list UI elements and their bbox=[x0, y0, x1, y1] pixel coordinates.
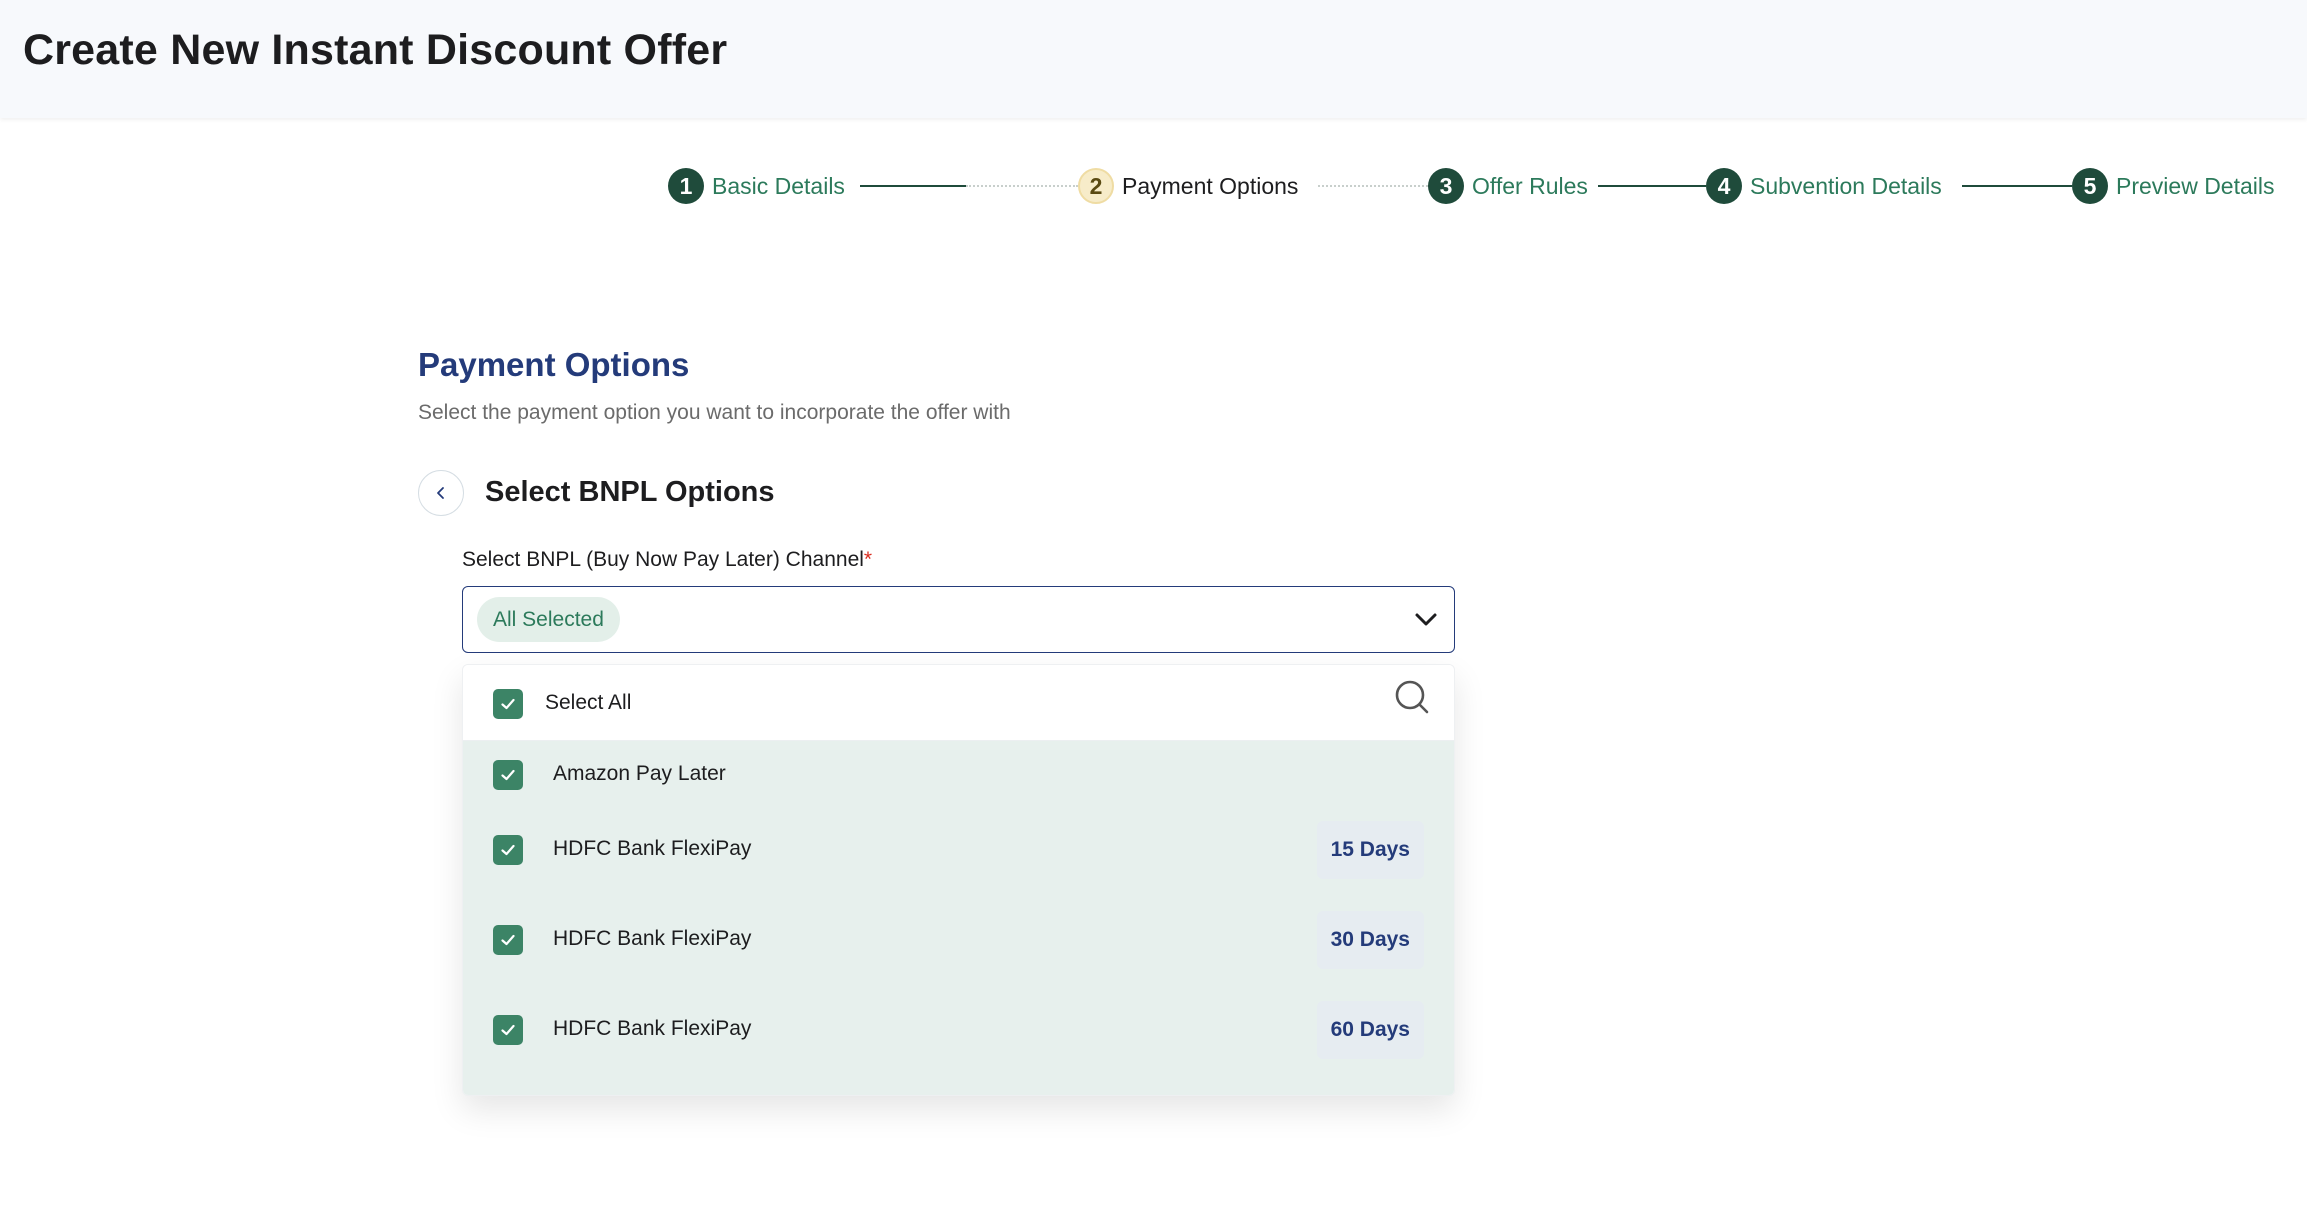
channel-label-text: Select BNPL (Buy Now Pay Later) Channel bbox=[462, 548, 864, 571]
step-number: 2 bbox=[1078, 168, 1114, 204]
step-preview-details[interactable]: 5 Preview Details bbox=[2072, 167, 2275, 205]
option-label[interactable]: HDFC Bank FlexiPay bbox=[553, 1017, 751, 1041]
step-offer-rules[interactable]: 3 Offer Rules bbox=[1428, 167, 1588, 205]
step-label: Offer Rules bbox=[1472, 172, 1588, 199]
selected-chip: All Selected bbox=[477, 597, 620, 642]
select-all-checkbox[interactable] bbox=[493, 689, 523, 719]
subsection-title: Select BNPL Options bbox=[485, 476, 775, 508]
step-label: Payment Options bbox=[1122, 172, 1299, 199]
section-subtitle: Select the payment option you want to in… bbox=[418, 401, 1011, 424]
section-title: Payment Options bbox=[418, 346, 690, 383]
check-icon bbox=[501, 698, 515, 710]
progress-stepper: 1 Basic Details 2 Payment Options 3 Offe… bbox=[0, 0, 2307, 230]
option-checkbox-hdfc-30[interactable] bbox=[493, 925, 523, 955]
step-payment-options[interactable]: 2 Payment Options bbox=[1078, 167, 1298, 205]
step-connector bbox=[1598, 185, 1706, 187]
option-label[interactable]: HDFC Bank FlexiPay bbox=[553, 927, 751, 951]
option-checkbox-hdfc-60[interactable] bbox=[493, 1015, 523, 1045]
step-connector bbox=[1318, 185, 1428, 187]
required-mark: * bbox=[863, 548, 873, 571]
days-badge: 60 Days bbox=[1316, 1001, 1424, 1059]
days-badge: 30 Days bbox=[1316, 911, 1424, 969]
bnpl-options-dropdown: Select All Amazon Pay Later HDFC Bank Fl… bbox=[462, 664, 1455, 1096]
step-number: 3 bbox=[1428, 168, 1464, 204]
back-button[interactable] bbox=[418, 470, 464, 516]
option-label[interactable]: Amazon Pay Later bbox=[553, 762, 726, 786]
step-label: Preview Details bbox=[2116, 172, 2275, 199]
check-icon bbox=[501, 844, 515, 856]
search-button[interactable] bbox=[1394, 679, 1430, 715]
step-number: 1 bbox=[668, 168, 704, 204]
option-checkbox-amazon-pay-later[interactable] bbox=[493, 760, 523, 790]
chevron-left-icon bbox=[437, 487, 444, 499]
step-connector bbox=[860, 185, 966, 187]
search-icon bbox=[1395, 680, 1429, 714]
step-label: Subvention Details bbox=[1750, 172, 1942, 199]
dropdown-header: Select All bbox=[463, 665, 1454, 741]
check-icon bbox=[501, 769, 515, 781]
check-icon bbox=[501, 934, 515, 946]
bnpl-channel-select[interactable]: All Selected bbox=[462, 586, 1455, 653]
step-connector bbox=[1962, 185, 2072, 187]
select-all-label[interactable]: Select All bbox=[545, 691, 631, 715]
option-label[interactable]: HDFC Bank FlexiPay bbox=[553, 837, 751, 861]
check-icon bbox=[501, 1024, 515, 1036]
step-label: Basic Details bbox=[712, 172, 845, 199]
chevron-down-icon bbox=[1415, 613, 1437, 626]
option-checkbox-hdfc-15[interactable] bbox=[493, 835, 523, 865]
days-badge: 15 Days bbox=[1316, 821, 1424, 879]
step-number: 5 bbox=[2072, 168, 2108, 204]
channel-field-label: Select BNPL (Buy Now Pay Later) Channel* bbox=[462, 548, 872, 572]
step-subvention-details[interactable]: 4 Subvention Details bbox=[1706, 167, 1942, 205]
dropdown-options-list: Amazon Pay Later HDFC Bank FlexiPay 15 D… bbox=[463, 741, 1454, 1095]
step-connector bbox=[966, 185, 1078, 187]
step-basic-details[interactable]: 1 Basic Details bbox=[668, 167, 845, 205]
step-number: 4 bbox=[1706, 168, 1742, 204]
